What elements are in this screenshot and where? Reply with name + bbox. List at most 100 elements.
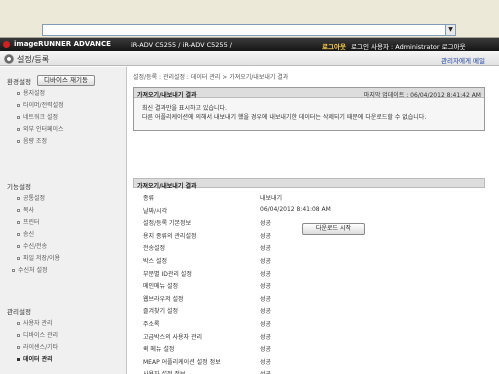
bullet-icon — [17, 334, 20, 337]
bullet-icon — [17, 209, 20, 212]
row-value: 성공 — [260, 358, 272, 366]
sidebar-item-label: 복사 — [23, 207, 35, 214]
sidebar-item[interactable]: 공통설정 — [17, 193, 45, 202]
sidebar-item-label: 네트워크 설정 — [23, 114, 59, 121]
browser-toolbar: ▼ — [0, 0, 499, 38]
result-panel-header: 가져오기/내보내기 결과 마지막 업데이트 : 06/04/2012 8:41:… — [134, 88, 484, 99]
bullet-icon — [17, 140, 20, 143]
main-content: 설정/등록 : 관리설정 : 데이터 관리 > 가져오기/내보내기 결과 가져오… — [128, 67, 499, 374]
last-updated: 마지막 업데이트 : 06/04/2012 8:41:42 AM — [363, 91, 481, 99]
row-label: 즐겨찾기 설정 — [143, 308, 179, 316]
sidebar-item[interactable]: 외부 인터페이스 — [17, 124, 64, 133]
sidebar-item[interactable]: 타이머/전력설정 — [17, 100, 64, 109]
row-value: 성공 — [260, 346, 272, 354]
sidebar-item[interactable]: 송신 — [17, 229, 34, 238]
row-value: 내보내기 — [260, 195, 283, 202]
sidebar-item-label: 프린터 — [23, 219, 40, 226]
sidebar-section-2: 기능설정 — [7, 183, 31, 191]
sidebar-item[interactable]: 수신/전송 — [17, 241, 47, 250]
table-row: 웹브라우저 설정 성공 — [128, 294, 499, 304]
table-row: 박스 설정 성공 — [128, 256, 499, 266]
sidebar-item-receiver-settings[interactable]: 수신처 설정 — [12, 265, 48, 274]
table-row: 부문별 ID관리 설정 성공 — [128, 269, 499, 279]
row-value: 성공 — [260, 308, 272, 316]
row-label: MEAP 어플리케이션 설정 정보 — [143, 358, 221, 366]
row-label: 주소록 — [143, 321, 160, 328]
bullet-icon — [17, 346, 20, 349]
brand-bar: imageRUNNER ADVANCE iR-ADV C5255 / iR-AD… — [0, 38, 499, 51]
sidebar-item[interactable]: 음량 조정 — [17, 136, 47, 145]
row-value: 06/04/2012 8:41:08 AM — [260, 205, 331, 213]
table-row: 즐겨찾기 설정 성공 — [128, 306, 499, 316]
address-bar[interactable] — [42, 24, 455, 36]
table-row: 사용자 설정 정보 성공 — [128, 369, 499, 374]
brand-name: imageRUNNER ADVANCE — [14, 40, 111, 48]
row-label: 전송설정 — [143, 245, 166, 253]
row-value: 성공 — [260, 295, 272, 303]
row-label: 메인메뉴 설정 — [143, 283, 179, 291]
sidebar-item[interactable]: 사용자 관리 — [17, 318, 53, 327]
sidebar-item-label: 디바이스 관리 — [23, 332, 59, 339]
table-row: 날짜/시각 06/04/2012 8:41:08 AM — [128, 206, 499, 216]
bullet-icon — [17, 257, 20, 260]
row-label: 박스 설정 — [143, 258, 167, 265]
row-label: 퀵 메뉴 설정 — [143, 346, 175, 354]
bullet-icon — [17, 245, 20, 248]
page-title: 설정/등록 — [17, 55, 50, 64]
results-section-header: 가져오기/내보내기 결과 — [133, 178, 485, 190]
row-label: 용지 종류의 관리설정 — [143, 232, 197, 240]
result-message-1: 최신 결과만을 표시하고 있습니다. — [142, 105, 227, 112]
gear-icon — [4, 54, 14, 64]
bullet-icon — [17, 116, 20, 119]
row-value: 성공 — [260, 333, 272, 341]
table-row: 용지 종류의 관리설정 성공 — [128, 231, 499, 241]
row-label: 고급박스의 사용자 관리 — [143, 333, 203, 341]
row-label: 부문별 ID관리 설정 — [143, 270, 192, 278]
device-name: iR-ADV C5255 / iR-ADV C5255 / — [131, 40, 232, 49]
row-label: 웹브라우저 설정 — [143, 295, 184, 303]
sidebar-item[interactable]: 용지설정 — [17, 88, 45, 97]
table-row: 종류 내보내기 — [128, 193, 499, 203]
bullet-icon — [17, 128, 20, 131]
results-section-title: 가져오기/내보내기 결과 — [137, 182, 197, 190]
bullet-icon — [17, 358, 20, 361]
bullet-icon — [12, 269, 15, 272]
sidebar-item-label: 라이센스/기타 — [23, 344, 59, 351]
reboot-device-button[interactable]: 디바이스 재기동 — [37, 75, 95, 86]
sidebar-item-label: 외부 인터페이스 — [23, 126, 64, 133]
row-value: 성공 — [260, 220, 272, 228]
row-label: 종류 — [143, 195, 155, 202]
address-dropdown-icon[interactable]: ▼ — [445, 24, 456, 36]
sidebar-item[interactable]: 네트워크 설정 — [17, 112, 58, 121]
row-value: 성공 — [260, 283, 272, 291]
sidebar: 디바이스 재기동 환경설정 용지설정 타이머/전력설정 네트워크 설정 외부 인터페이스… — [0, 67, 127, 374]
table-row: 주소록 성공 — [128, 319, 499, 329]
bullet-icon — [17, 92, 20, 95]
bullet-icon — [17, 104, 20, 107]
row-value: 성공 — [260, 245, 272, 253]
sidebar-item-label: 용지설정 — [23, 90, 46, 97]
sidebar-item[interactable]: 파일 저장/이용 — [17, 253, 60, 262]
result-panel: 가져오기/내보내기 결과 마지막 업데이트 : 06/04/2012 8:41:… — [133, 87, 485, 131]
sidebar-item[interactable]: 라이센스/기타 — [17, 342, 58, 351]
sidebar-item[interactable]: 데이터 관리 — [17, 354, 53, 363]
sidebar-item[interactable]: 프린터 — [17, 217, 40, 226]
table-row: 전송설정 성공 — [128, 243, 499, 253]
bullet-icon — [17, 197, 20, 200]
sidebar-item-label: 음량 조정 — [23, 138, 47, 145]
sidebar-item-label: 공통설정 — [23, 195, 46, 202]
bullet-icon — [17, 233, 20, 236]
sidebar-section-3: 관리설정 — [7, 308, 31, 316]
sidebar-item[interactable]: 디바이스 관리 — [17, 330, 58, 339]
table-row: 메인메뉴 설정 성공 — [128, 281, 499, 291]
row-label: 사용자 설정 정보 — [143, 369, 185, 374]
breadcrumb: 설정/등록 : 관리설정 : 데이터 관리 > 가져오기/내보내기 결과 — [133, 74, 289, 81]
sidebar-item-label: 타이머/전력설정 — [23, 102, 64, 109]
result-message-2: 다른 어플리케이션에 의해서 내보내기 했을 경우에 내보내기한 데이터는 삭제… — [142, 114, 427, 121]
mail-to-admin-link[interactable]: 관리자에게 메일 — [441, 55, 485, 65]
login-user-info: 로그인 사용자 : Administrator 로그아웃 — [351, 42, 466, 51]
logout-link[interactable]: 로그아웃 — [322, 41, 346, 51]
table-row: MEAP 어플리케이션 설정 정보 성공 — [128, 357, 499, 367]
sidebar-item[interactable]: 복사 — [17, 205, 34, 214]
row-value: 성공 — [260, 258, 272, 265]
